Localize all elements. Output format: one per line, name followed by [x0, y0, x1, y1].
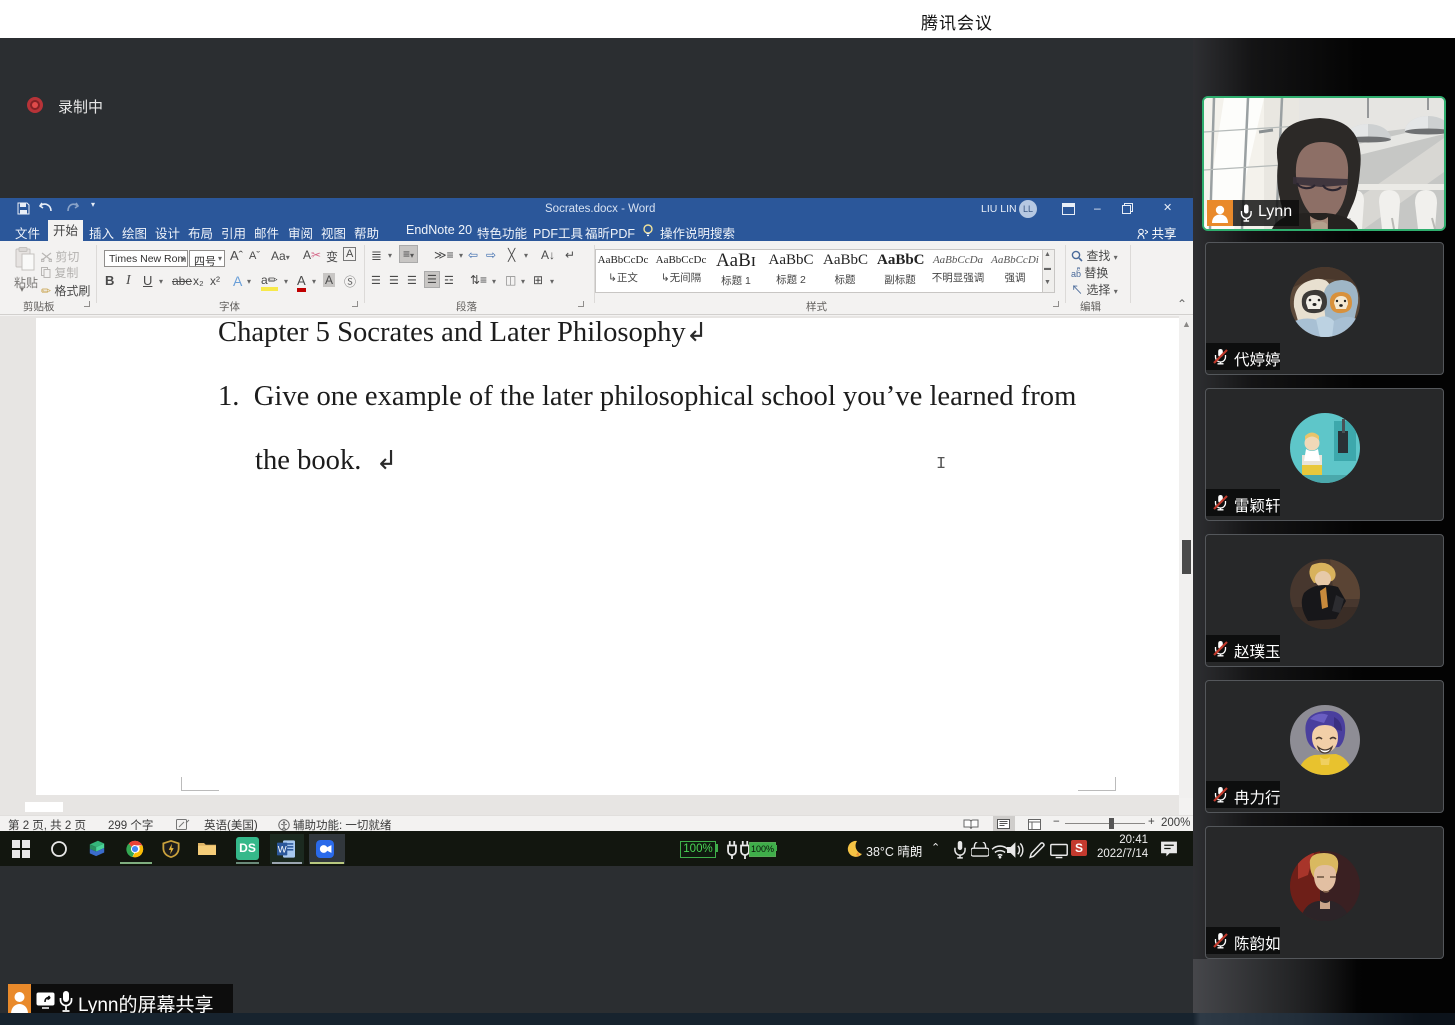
svg-text:W: W	[278, 843, 287, 854]
